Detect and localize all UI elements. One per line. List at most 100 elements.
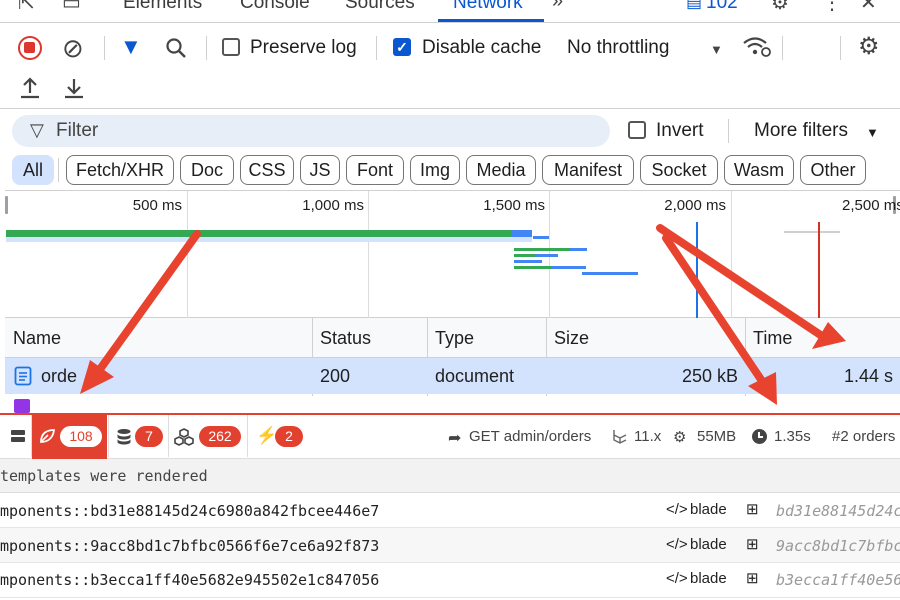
issues-count[interactable]: 102	[706, 0, 738, 14]
filter-chip-manifest[interactable]: Manifest	[542, 155, 634, 185]
filter-toggle-icon[interactable]: ▼	[120, 36, 142, 58]
clock-icon	[752, 429, 767, 444]
export-har-icon[interactable]	[62, 76, 86, 105]
column-header-name[interactable]: Name	[13, 328, 61, 349]
issues-icon[interactable]: ▤	[686, 0, 702, 12]
table-icon: ⊞	[746, 570, 759, 587]
filter-chip-other[interactable]: Other	[800, 155, 866, 185]
chip-separator	[58, 158, 59, 182]
tab-sources[interactable]: Sources	[345, 0, 415, 14]
views-count-badge: 108	[60, 426, 102, 447]
throttling-select[interactable]: No throttling	[567, 37, 669, 59]
invert-label: Invert	[656, 120, 704, 141]
import-har-icon[interactable]	[18, 76, 42, 105]
models-icon[interactable]	[174, 428, 194, 451]
script-icon	[14, 399, 30, 413]
tab-console[interactable]: Console	[240, 0, 310, 14]
filter-placeholder: Filter	[56, 120, 99, 141]
document-icon	[14, 366, 32, 391]
request-id[interactable]: #2 orders	[832, 428, 895, 445]
dom-content-loaded-marker	[696, 222, 698, 318]
debugbar-toggle-icon[interactable]	[10, 428, 26, 449]
request-route[interactable]: GET admin/orders	[469, 428, 591, 445]
code-icon: </>	[666, 536, 688, 553]
filter-chip-socket[interactable]: Socket	[640, 155, 718, 185]
toolbar-separator	[376, 36, 377, 60]
network-settings-icon[interactable]: ⚙	[858, 35, 880, 59]
overview-tick-label: 1,500 ms	[483, 197, 545, 214]
overview-bar	[536, 254, 558, 257]
filter-chip-img[interactable]: Img	[410, 155, 460, 185]
filter-chip-css[interactable]: CSS	[240, 155, 294, 185]
memory-icon: ⚙	[673, 429, 687, 446]
code-icon: </>	[666, 501, 688, 518]
network-conditions-icon[interactable]	[741, 34, 771, 63]
close-icon[interactable]: ✕	[860, 0, 877, 15]
overview-bar-document-download	[512, 230, 532, 237]
debugbar-separator	[108, 415, 109, 457]
disable-cache-checkbox[interactable]: ✓	[393, 38, 411, 56]
chevron-down-icon[interactable]: ▼	[866, 125, 879, 140]
table-row[interactable]	[5, 396, 900, 413]
preserve-log-checkbox[interactable]	[222, 38, 240, 56]
table-icon: ⊞	[746, 501, 759, 518]
settings-icon[interactable]: ⚙	[771, 0, 789, 15]
request-status: 200	[320, 366, 351, 386]
load-event-marker	[818, 222, 820, 318]
column-header-size[interactable]: Size	[554, 328, 589, 349]
leaf-icon	[38, 427, 56, 450]
request-name[interactable]: orde	[41, 366, 77, 387]
debugbar-tab-views[interactable]: 108	[32, 413, 107, 459]
overview-bar-shadow	[6, 237, 532, 242]
filter-chip-wasm[interactable]: Wasm	[724, 155, 794, 185]
inspect-element-icon[interactable]: ⇱	[18, 0, 35, 15]
overview-gridline	[187, 191, 188, 318]
request-duration: 1.35s	[774, 428, 811, 445]
column-header-type[interactable]: Type	[435, 328, 474, 349]
preserve-log-label: Preserve log	[250, 37, 357, 58]
template-name: mponents::9acc8bd1c7bfbc0566f6e7ce6a92f8…	[0, 537, 380, 555]
template-hash: b3ecca1ff40e56	[776, 571, 900, 589]
column-header-status[interactable]: Status	[320, 328, 371, 349]
filter-chip-fetch-xhr[interactable]: Fetch/XHR	[66, 155, 174, 185]
overview-left-handle[interactable]	[5, 196, 8, 214]
clear-icon[interactable]: ⊘	[62, 35, 84, 61]
overview-bar	[514, 266, 552, 269]
tab-elements[interactable]: Elements	[123, 0, 202, 14]
template-type: blade	[690, 536, 727, 553]
more-options-icon[interactable]: ⋮	[822, 0, 842, 15]
toolbar-separator	[104, 36, 105, 60]
debugbar-separator	[247, 415, 248, 457]
database-icon[interactable]	[116, 428, 132, 451]
bolt-icon[interactable]: ⚡	[256, 426, 277, 446]
more-filters-dropdown[interactable]: More filters	[754, 120, 848, 142]
more-tabs-icon[interactable]: »	[552, 0, 563, 13]
template-type: blade	[690, 501, 727, 518]
toolbar-separator	[782, 36, 783, 60]
overview-bar	[784, 231, 840, 233]
column-header-time[interactable]: Time	[753, 328, 792, 349]
record-icon[interactable]	[18, 36, 42, 60]
device-toolbar-icon[interactable]: ▭	[62, 0, 81, 15]
queries-count-badge[interactable]: 7	[135, 426, 163, 447]
filter-chip-doc[interactable]: Doc	[180, 155, 234, 185]
search-icon[interactable]	[164, 36, 188, 65]
filter-chip-js[interactable]: JS	[300, 155, 340, 185]
invert-checkbox[interactable]	[628, 121, 646, 139]
overview-bar	[533, 236, 549, 239]
toolbar-separator	[206, 36, 207, 60]
models-count-badge[interactable]: 262	[199, 426, 241, 447]
overview-bar	[570, 248, 587, 251]
request-size: 250 kB	[681, 366, 738, 386]
tab-network[interactable]: Network	[453, 0, 523, 14]
filter-input[interactable]: ▽ Filter	[12, 115, 610, 147]
overview-bar	[514, 254, 536, 257]
overview-tick-label: 1,000 ms	[302, 197, 364, 214]
events-count-badge[interactable]: 2	[275, 426, 303, 447]
filter-chip-font[interactable]: Font	[346, 155, 404, 185]
chevron-down-icon[interactable]: ▼	[710, 42, 723, 57]
filter-chip-all[interactable]: All	[12, 155, 54, 185]
overview-gridline	[731, 191, 732, 318]
template-type: blade	[690, 570, 727, 587]
filter-chip-media[interactable]: Media	[466, 155, 536, 185]
